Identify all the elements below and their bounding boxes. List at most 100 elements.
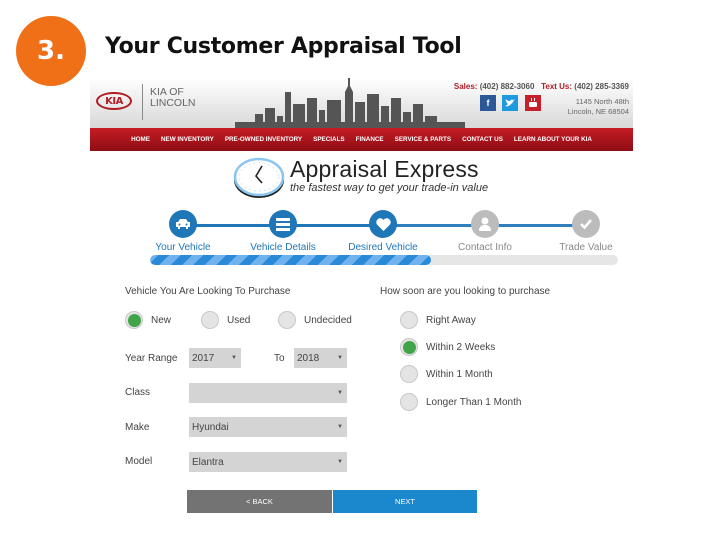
kia-logo[interactable]: KIA [96, 92, 132, 110]
model-label: Model [125, 456, 153, 467]
year-range-label: Year Range [125, 353, 178, 364]
radio-right-away[interactable]: Right Away [400, 311, 476, 329]
dealer-name-line2: LINCOLN [150, 97, 196, 109]
sales-label: Sales: [453, 82, 478, 91]
radio-label: Right Away [426, 314, 476, 326]
radio-label: Within 1 Month [426, 368, 493, 380]
back-button[interactable]: < BACK [187, 490, 332, 513]
timing-heading: How soon are you looking to purchase [380, 286, 551, 297]
radio-label: Used [227, 314, 251, 326]
radio-within-1-month[interactable]: Within 1 Month [400, 365, 493, 383]
year-from-select[interactable]: 2017 ▼ [189, 348, 241, 368]
caret-down-icon: ▼ [231, 355, 237, 361]
dealer-name: KIA OF LINCOLN [150, 87, 210, 109]
nav-pre-owned-inventory[interactable]: PRE-OWNED INVENTORY [225, 136, 302, 143]
contact-phones: Sales: (402) 882-3060 Text Us: (402) 285… [454, 82, 629, 91]
radio-label: Longer Than 1 Month [426, 396, 522, 408]
select-value: Elantra [192, 456, 224, 468]
progress-bar-fill [150, 255, 431, 265]
select-value: 2018 [297, 352, 320, 364]
radio-button[interactable] [400, 365, 418, 383]
step-contact-info[interactable]: Contact Info [440, 210, 530, 253]
caret-down-icon: ▼ [337, 424, 343, 430]
radio-new[interactable]: New [125, 311, 171, 329]
nav-finance[interactable]: FINANCE [356, 136, 384, 143]
facebook-icon[interactable]: f [480, 95, 496, 111]
step-vehicle-details[interactable]: Vehicle Details [238, 210, 328, 253]
step-label: Your Vehicle [155, 242, 211, 253]
nav-service-parts[interactable]: SERVICE & PARTS [395, 136, 451, 143]
radio-label: Undecided [304, 314, 352, 326]
list-icon [276, 217, 290, 231]
make-select[interactable]: Hyundai ▼ [189, 417, 347, 437]
user-icon [479, 217, 491, 231]
slide-title: Your Customer Appraisal Tool [105, 34, 462, 59]
appraisal-express-logo: Appraisal Express the fastest way to get… [232, 153, 522, 203]
radio-longer-than-1-month[interactable]: Longer Than 1 Month [400, 393, 521, 411]
select-value: Hyundai [192, 421, 229, 433]
address-line2: Lincoln, NE 68504 [567, 106, 629, 116]
step-label: Contact Info [458, 242, 512, 253]
model-select[interactable]: Elantra ▼ [189, 452, 347, 472]
step-circle [169, 210, 197, 238]
dealer-address: 1145 North 48th Lincoln, NE 68504 [568, 97, 629, 116]
purchase-heading: Vehicle You Are Looking To Purchase [125, 286, 291, 297]
radio-button[interactable] [400, 311, 418, 329]
main-nav: HOME NEW INVENTORY PRE-OWNED INVENTORY S… [90, 128, 633, 151]
nav-contact-us[interactable]: CONTACT US [462, 136, 503, 143]
make-label: Make [125, 422, 150, 433]
nav-new-inventory[interactable]: NEW INVENTORY [161, 136, 214, 143]
check-icon [580, 219, 592, 230]
step-number-badge: 3. [16, 16, 86, 86]
step-desired-vehicle[interactable]: Desired Vehicle [338, 210, 428, 253]
clock-icon [233, 157, 285, 198]
step-circle [572, 210, 600, 238]
step-circle [269, 210, 297, 238]
radio-undecided[interactable]: Undecided [278, 311, 352, 329]
step-label: Desired Vehicle [348, 242, 418, 253]
appraisal-express-tagline: the fastest way to get your trade-in val… [290, 182, 489, 194]
radio-used[interactable]: Used [201, 311, 250, 329]
nav-learn-about-kia[interactable]: LEARN ABOUT YOUR KIA [514, 136, 592, 143]
step-circle [471, 210, 499, 238]
radio-button[interactable] [201, 311, 219, 329]
class-label: Class [125, 387, 151, 398]
youtube-icon[interactable] [525, 95, 541, 111]
appraisal-express-title: Appraisal Express [290, 156, 479, 182]
heart-icon [375, 217, 391, 231]
address-line1: 1145 North 48th [575, 97, 629, 106]
class-select[interactable]: ▼ [189, 383, 347, 403]
nav-specials[interactable]: SPECIALS [313, 136, 345, 143]
radio-button[interactable] [400, 393, 418, 411]
text-phone[interactable]: (402) 285-3369 [574, 82, 629, 91]
progress-bar [150, 255, 618, 265]
radio-button[interactable] [400, 338, 418, 356]
text-label: Text Us: [541, 82, 573, 91]
year-to-select[interactable]: 2018 ▼ [294, 348, 347, 368]
step-label: Vehicle Details [250, 242, 316, 253]
step-your-vehicle[interactable]: Your Vehicle [138, 210, 228, 253]
dealer-banner: KIA KIA OF LINCOLN Sales: (402) 882-3060… [90, 78, 633, 128]
radio-button[interactable] [278, 311, 296, 329]
to-label: To [274, 353, 285, 364]
progress-stepper: Your Vehicle Vehicle Details Desired Veh… [140, 210, 630, 255]
logo-divider [142, 84, 143, 120]
twitter-icon[interactable] [502, 95, 518, 111]
radio-button[interactable] [125, 311, 143, 329]
step-circle [369, 210, 397, 238]
car-icon [176, 219, 190, 229]
radio-label: New [151, 314, 172, 326]
step-trade-value[interactable]: Trade Value [541, 210, 631, 253]
city-skyline-image [235, 78, 465, 128]
sales-phone[interactable]: (402) 882-3060 [480, 82, 535, 91]
caret-down-icon: ▼ [337, 355, 343, 361]
caret-down-icon: ▼ [337, 390, 343, 396]
radio-within-2-weeks[interactable]: Within 2 Weeks [400, 338, 495, 356]
caret-down-icon: ▼ [337, 459, 343, 465]
step-label: Trade Value [559, 242, 613, 253]
next-button[interactable]: NEXT [333, 490, 477, 513]
radio-label: Within 2 Weeks [426, 341, 496, 353]
nav-home[interactable]: HOME [131, 136, 150, 143]
youtube-glyph-icon [529, 98, 537, 107]
select-value: 2017 [192, 352, 215, 364]
